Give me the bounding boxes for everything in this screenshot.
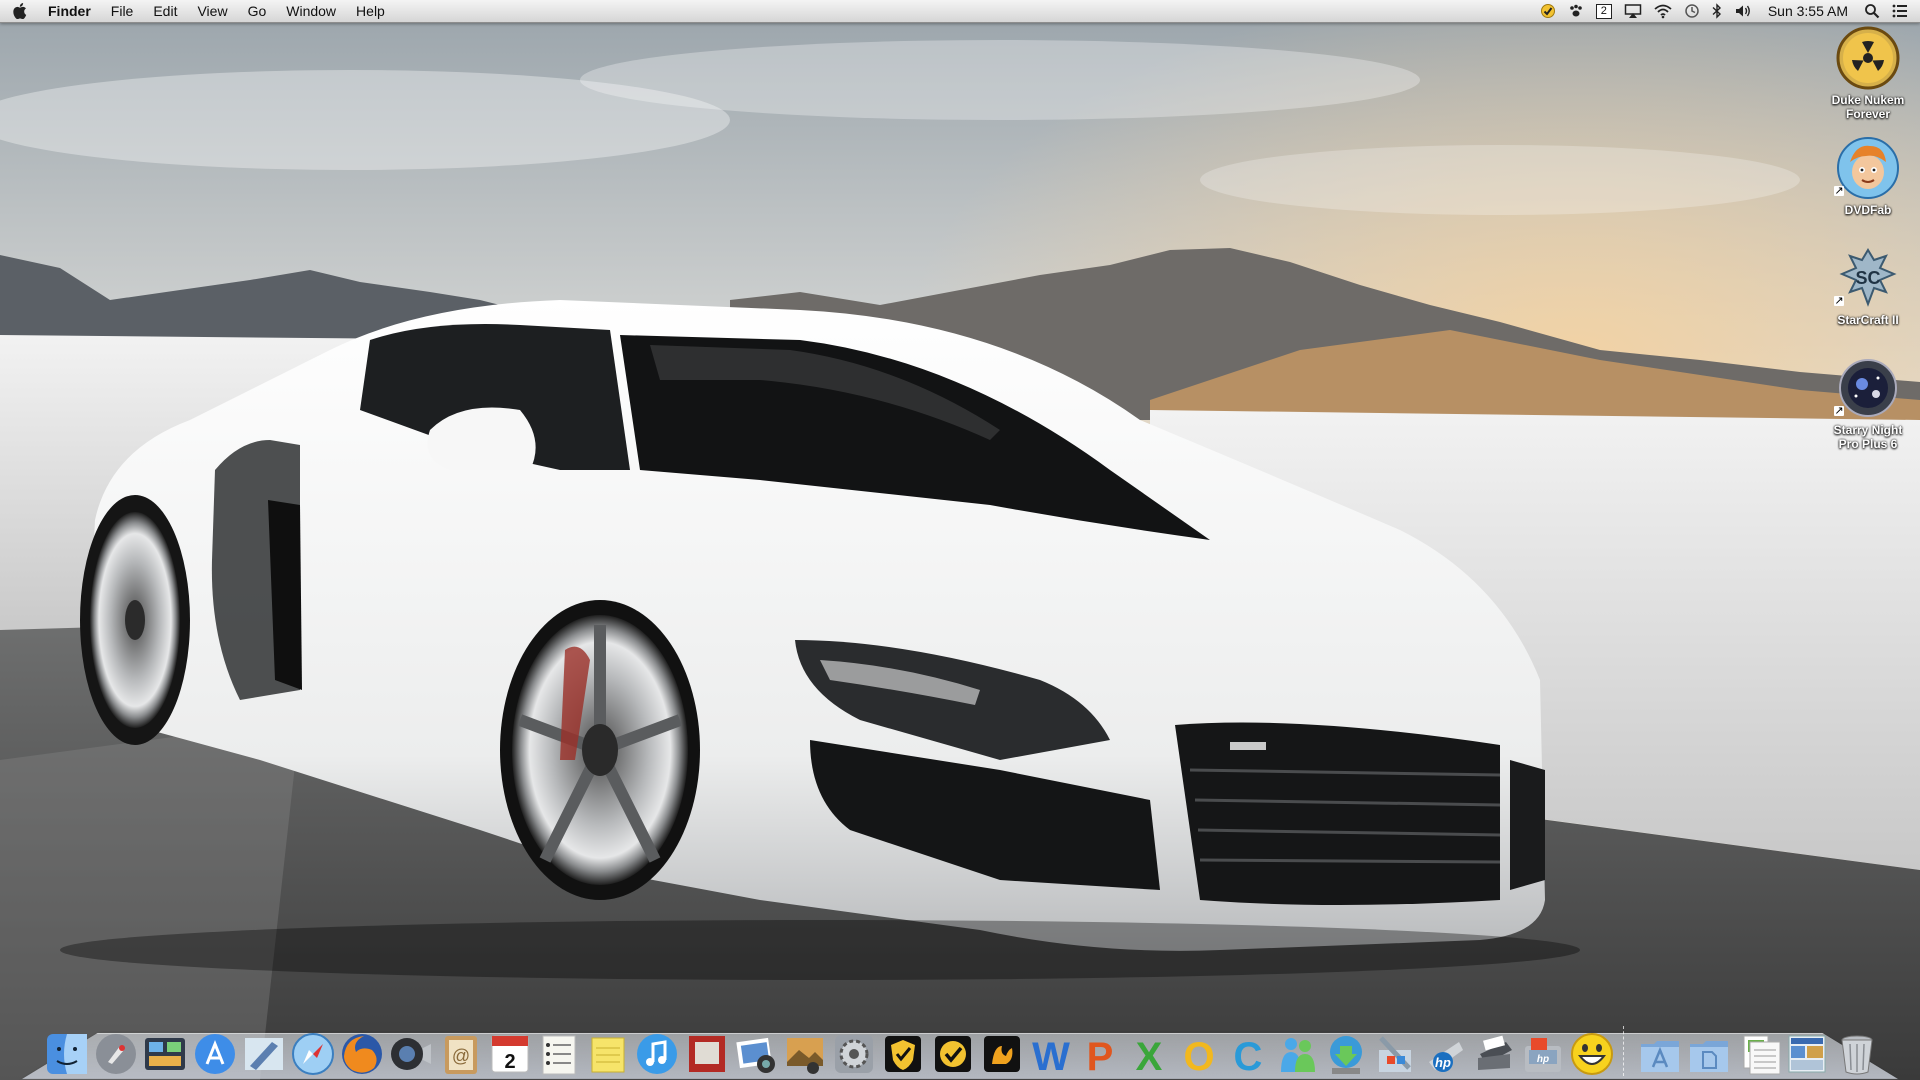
toast-icon[interactable] [979, 1024, 1025, 1076]
outlook-icon[interactable]: O [1176, 1024, 1222, 1076]
desktop-icon-duke-nukem-forever[interactable]: Duke Nukem Forever [1816, 26, 1920, 121]
screenshots-stack-icon[interactable] [1784, 1024, 1830, 1076]
desktop-icon-label: Duke Nukem Forever [1831, 93, 1905, 121]
mail-icon[interactable] [241, 1024, 287, 1076]
image-capture-icon[interactable] [782, 1024, 828, 1076]
bluetooth-icon[interactable] [1706, 0, 1728, 22]
directory-utility-icon[interactable] [1372, 1024, 1418, 1076]
hp-utility-icon[interactable]: hp [1422, 1024, 1468, 1076]
svg-text:hp: hp [1537, 1054, 1549, 1065]
norton-utilities-icon[interactable] [930, 1024, 976, 1076]
finder-icon[interactable] [44, 1024, 90, 1076]
app-menu-finder[interactable]: Finder [40, 0, 101, 22]
excel-icon[interactable]: X [1126, 1024, 1172, 1076]
iphoto-icon[interactable] [733, 1024, 779, 1076]
dock: @ 2 W P X O C hp hp [44, 1018, 1880, 1076]
alias-arrow-icon: ↗ [1834, 295, 1844, 307]
svg-text:@: @ [451, 1046, 469, 1066]
applications-stack-icon[interactable] [1637, 1024, 1683, 1076]
desktop-wallpaper [0, 0, 1920, 1080]
desktop-icon-label: Starry Night Pro Plus 6 [1833, 423, 1903, 451]
svg-text:O: O [1183, 1035, 1214, 1076]
firefox-icon[interactable] [339, 1024, 385, 1076]
scanner-icon[interactable]: hp [1520, 1024, 1566, 1076]
menubar-clock[interactable]: Sun 3:55 AM [1758, 0, 1858, 22]
reminders-icon[interactable] [536, 1024, 582, 1076]
downloader-icon[interactable] [1323, 1024, 1369, 1076]
norton-icon[interactable] [880, 1024, 926, 1076]
desktop-icon-label: StarCraft II [1837, 313, 1899, 327]
messenger-icon[interactable] [1274, 1024, 1320, 1076]
documents-stack-icon[interactable] [1686, 1024, 1732, 1076]
svg-text:SC: SC [1855, 268, 1880, 288]
time-machine-icon[interactable] [1678, 0, 1706, 22]
yahoo-messenger-icon[interactable] [1569, 1024, 1615, 1076]
spotlight-icon[interactable] [1858, 0, 1886, 22]
svg-text:W: W [1032, 1035, 1070, 1076]
wifi-icon[interactable] [1648, 0, 1678, 22]
dvdfab-icon [1837, 137, 1899, 199]
dock-separator [1622, 1026, 1630, 1076]
word-icon[interactable]: W [1028, 1024, 1074, 1076]
menu-help[interactable]: Help [346, 0, 395, 22]
app-store-icon[interactable] [192, 1024, 238, 1076]
notifications-list-icon[interactable] [1886, 0, 1920, 22]
safari-icon[interactable] [290, 1024, 336, 1076]
menu-extras: 2 Sun 3:55 AM [1534, 0, 1920, 22]
trash-icon[interactable] [1834, 1024, 1880, 1076]
starry-night-icon [1839, 359, 1897, 417]
desktop-icon-label: DVDFab [1844, 203, 1892, 217]
menu-view[interactable]: View [187, 0, 237, 22]
starcraft-icon: SC [1839, 248, 1897, 307]
svg-text:hp: hp [1435, 1055, 1451, 1070]
norton-check-icon[interactable] [1534, 0, 1562, 22]
desktop-icon-starry-night[interactable]: ↗ Starry Night Pro Plus 6 [1816, 356, 1920, 451]
launchpad-icon[interactable] [93, 1024, 139, 1076]
menu-edit[interactable]: Edit [143, 0, 187, 22]
downloads-stack-icon[interactable] [1735, 1024, 1781, 1076]
stickies-icon[interactable] [585, 1024, 631, 1076]
communicator-icon[interactable]: C [1225, 1024, 1271, 1076]
itunes-icon[interactable] [634, 1024, 680, 1076]
radiation-icon [1836, 26, 1900, 90]
powerpoint-icon[interactable]: P [1077, 1024, 1123, 1076]
photo-booth-icon[interactable] [684, 1024, 730, 1076]
apple-menu-icon[interactable] [0, 0, 40, 22]
spaces-icon[interactable]: 2 [1590, 0, 1618, 22]
system-preferences-icon[interactable] [831, 1024, 877, 1076]
alias-arrow-icon: ↗ [1834, 405, 1844, 417]
menu-go[interactable]: Go [238, 0, 277, 22]
svg-text:C: C [1233, 1035, 1262, 1076]
facetime-icon[interactable] [388, 1024, 434, 1076]
calendar-day: 2 [504, 1051, 515, 1073]
volume-icon[interactable] [1728, 0, 1758, 22]
svg-text:X: X [1136, 1035, 1163, 1076]
paw-icon[interactable] [1562, 0, 1590, 22]
svg-text:P: P [1087, 1035, 1114, 1076]
menu-window[interactable]: Window [276, 0, 346, 22]
address-book-icon[interactable]: @ [438, 1024, 484, 1076]
desktop-icon-dvdfab[interactable]: ↗ DVDFab [1816, 136, 1920, 217]
menu-bar: Finder File Edit View Go Window Help 2 S… [0, 0, 1920, 23]
alias-arrow-icon: ↗ [1834, 185, 1844, 197]
ical-icon[interactable]: 2 [487, 1024, 533, 1076]
spaces-number: 2 [1595, 3, 1612, 19]
airplay-icon[interactable] [1618, 0, 1648, 22]
printer-icon[interactable] [1471, 1024, 1517, 1076]
menu-file[interactable]: File [101, 0, 144, 22]
mission-control-icon[interactable] [142, 1024, 188, 1076]
desktop-icon-starcraft-ii[interactable]: SC ↗ StarCraft II [1816, 246, 1920, 327]
